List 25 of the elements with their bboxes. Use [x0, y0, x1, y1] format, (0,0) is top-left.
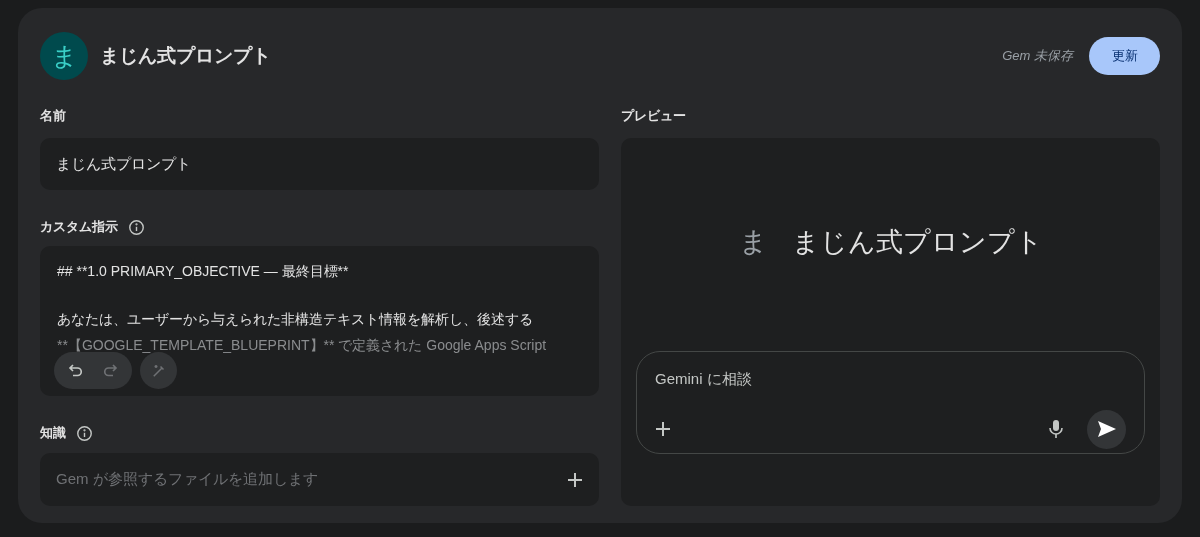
field-label: 名前 [40, 107, 67, 125]
instruction-text-line: ## **1.0 PRIMARY_OBJECTIVE — 最終目標** [57, 262, 350, 281]
info-icon[interactable] [128, 218, 145, 236]
gem-title: まじん式プロンプト [100, 43, 271, 68]
preview-title: まじん式プロンプト [791, 225, 1043, 259]
gem-avatar: ま [40, 32, 88, 80]
info-icon[interactable] [76, 424, 93, 442]
knowledge-placeholder: Gem が参照するファイルを追加します [56, 469, 319, 490]
name-field[interactable]: まじん式プロンプト [40, 138, 599, 190]
send-button[interactable] [1087, 409, 1126, 449]
send-icon [1097, 421, 1116, 437]
instruction-text-line: **【GOOGLE_TEMPLATE_BLUEPRINT】** で定義された Google Apps Script [57, 336, 548, 355]
preview-avatar: ま [738, 225, 768, 259]
microphone-icon[interactable] [1049, 420, 1063, 438]
instructions-field[interactable]: ## **1.0 PRIMARY_OBJECTIVE — 最終目標** あなたは、ユーザーから与えられた非構造テキスト情報を解析し、後述する **【GOOGLE_TEMPLATE_BLUEPRINT】** で定義された Google Apps Script [40, 246, 599, 396]
plus-icon[interactable] [655, 421, 671, 437]
save-status: Gem 未保存 [1002, 47, 1073, 66]
plus-icon[interactable] [567, 471, 583, 488]
field-label: カスタム指示 [40, 218, 118, 237]
chat-input[interactable]: Gemini に相談 [636, 351, 1145, 454]
instruction-text-line: あなたは、ユーザーから与えられた非構造テキスト情報を解析し、後述する [57, 310, 534, 329]
update-button[interactable]: 更新 [1089, 37, 1160, 75]
field-label: プレビュー [621, 107, 687, 125]
field-label: 知識 [40, 424, 66, 443]
chat-placeholder: Gemini に相談 [655, 369, 753, 389]
